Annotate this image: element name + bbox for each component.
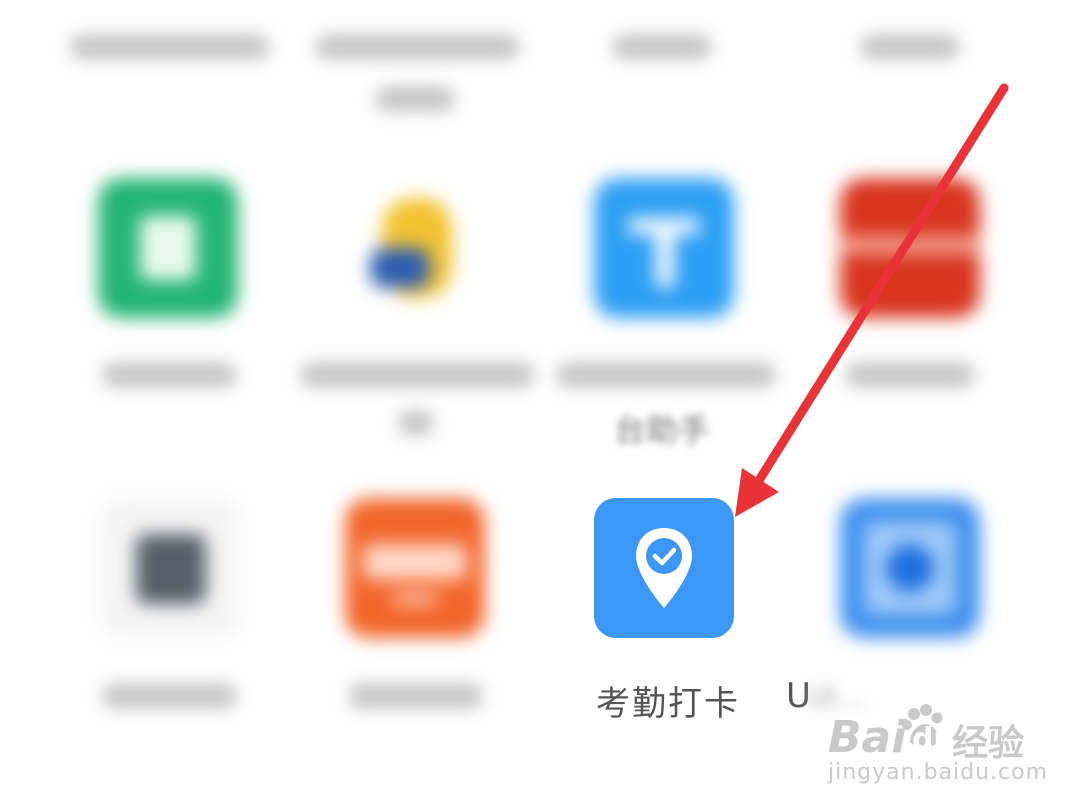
red-arrow-annotation bbox=[735, 83, 1009, 517]
watermark-brand-right: du bbox=[912, 722, 955, 757]
watermark-url: jingyan.baidu.com bbox=[828, 760, 1049, 785]
watermark-brand-left: Bai bbox=[828, 712, 907, 763]
watermark-brand-cn: 经验 bbox=[952, 723, 1025, 764]
